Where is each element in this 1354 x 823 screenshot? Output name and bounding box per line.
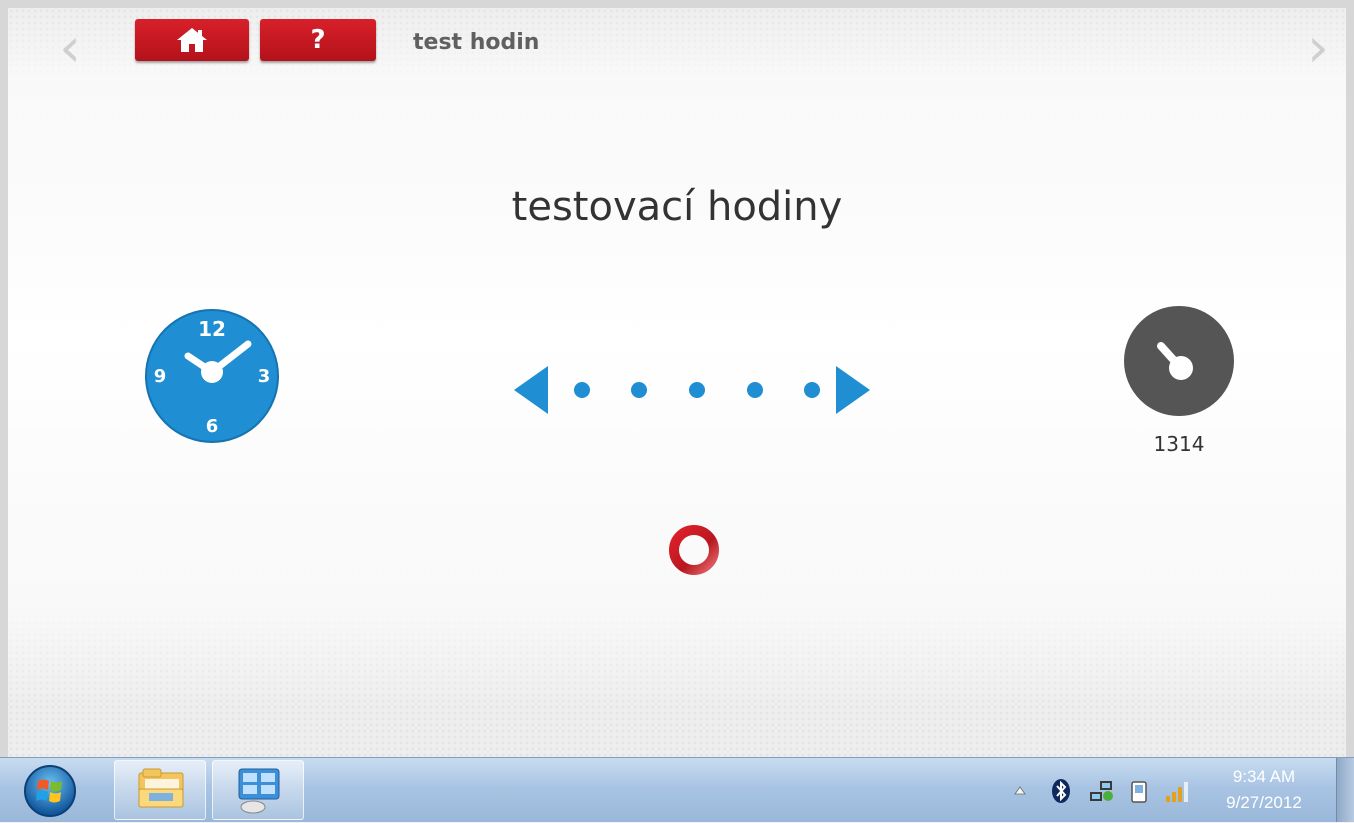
- clock-numeral-12: 12: [198, 317, 226, 341]
- taskbar: 9:34 AM 9/27/2012: [0, 757, 1354, 822]
- taskbar-file-explorer-button[interactable]: [114, 760, 206, 820]
- bidirectional-transfer-icon: [514, 366, 870, 414]
- show-desktop-button[interactable]: [1336, 758, 1354, 822]
- clock-icon: 12 3 6 9: [145, 309, 279, 443]
- clock-numeral-6: 6: [206, 416, 219, 437]
- windows-start-icon[interactable]: [22, 763, 78, 819]
- system-time: 9:34 AM: [1232, 767, 1296, 786]
- page-title: testovací hodiny: [511, 184, 843, 230]
- folder-icon: [138, 768, 184, 808]
- chevron-right-icon[interactable]: ›: [1298, 20, 1338, 76]
- device-icon[interactable]: [1126, 776, 1152, 806]
- device-clock-value: 1314: [1153, 432, 1205, 456]
- app-window: ‹ › ? test hodin testovací hodiny 12 3 6…: [0, 0, 1354, 757]
- system-clock[interactable]: 9:34 AM 9/27/2012: [1208, 764, 1320, 816]
- chevron-left-icon[interactable]: ‹: [50, 20, 90, 76]
- home-button[interactable]: [135, 19, 249, 61]
- signal-icon[interactable]: [1162, 776, 1192, 806]
- device-clock-icon: [1124, 306, 1234, 416]
- taskbar-control-panel-button[interactable]: [212, 760, 304, 820]
- clock-numeral-3: 3: [258, 366, 271, 387]
- clock-numeral-9: 9: [154, 366, 167, 387]
- help-button[interactable]: ?: [260, 19, 376, 61]
- bluetooth-icon[interactable]: [1048, 776, 1074, 806]
- system-date: 9/27/2012: [1226, 793, 1302, 812]
- control-panel-icon: [238, 768, 280, 814]
- breadcrumb: test hodin: [413, 30, 540, 55]
- network-icon[interactable]: [1086, 776, 1116, 806]
- show-hidden-icons-icon[interactable]: [1010, 776, 1030, 806]
- loading-ring-icon: [669, 525, 719, 575]
- home-icon: [177, 28, 207, 52]
